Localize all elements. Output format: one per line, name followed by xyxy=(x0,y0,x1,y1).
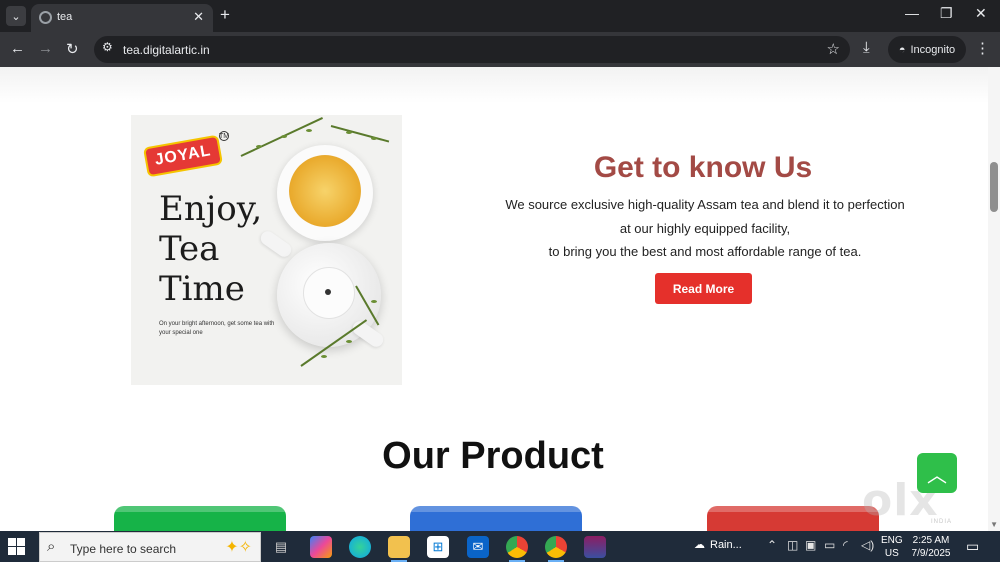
address-bar[interactable]: ⚙ tea.digitalartic.in ☆ xyxy=(94,36,850,63)
incognito-icon: ◓ xyxy=(898,43,906,56)
leaf xyxy=(321,355,327,358)
tray-meet-icon[interactable]: ▣ xyxy=(805,538,816,552)
hero-headline-line: Tea xyxy=(159,229,220,269)
web-page: JOYAL TM Enjoy, Tea Time On your bright … xyxy=(0,67,1000,531)
scrollbar[interactable]: ▼ xyxy=(988,67,1000,531)
wifi-icon[interactable]: ◜ xyxy=(843,538,848,552)
hero-headline-line: Time xyxy=(159,269,245,309)
tab-search-icon[interactable]: ⌄ xyxy=(6,6,26,26)
minimize-icon[interactable]: — xyxy=(905,5,919,21)
plus-icon[interactable]: + xyxy=(220,5,230,25)
close-icon[interactable]: ✕ xyxy=(193,9,204,25)
hero-headline-line: Enjoy, xyxy=(159,189,263,229)
leaf xyxy=(256,145,262,148)
star-icon[interactable]: ☆ xyxy=(827,40,840,58)
weather-label: Rain... xyxy=(710,538,742,551)
winrar-icon[interactable] xyxy=(584,536,606,558)
clock-date: 7/9/2025 xyxy=(911,548,951,559)
leaf xyxy=(371,300,377,303)
clock-time: 2:25 AM xyxy=(912,535,950,546)
leaf xyxy=(371,137,377,140)
about-title: Get to know Us xyxy=(593,151,813,184)
weather-widget[interactable]: ☁ Rain... xyxy=(694,538,742,552)
download-icon[interactable]: ⤓ xyxy=(863,39,870,56)
tab-title: tea xyxy=(57,11,73,23)
trademark-mark: TM xyxy=(218,131,230,141)
edge-icon[interactable] xyxy=(349,536,371,558)
store-icon[interactable]: ⊞ xyxy=(427,536,449,558)
leaf xyxy=(346,131,352,134)
back-icon[interactable]: ← xyxy=(10,40,25,57)
product-card-green[interactable] xyxy=(114,506,286,531)
about-text-line: to bring you the best and most affordabl… xyxy=(548,244,862,259)
scrollbar-thumb[interactable] xyxy=(990,162,998,212)
about-text: We source exclusive high-quality Assam t… xyxy=(480,193,930,264)
url-text[interactable]: tea.digitalartic.in xyxy=(123,43,210,57)
taskbar-clock[interactable]: 2:25 AM 7/9/2025 xyxy=(906,534,956,560)
chrome-icon[interactable] xyxy=(506,536,528,562)
copilot-icon[interactable] xyxy=(310,536,332,558)
tea-liquid xyxy=(289,155,361,227)
browser-tabstrip: ⌄ tea ✕ + — ❐ ✕ xyxy=(0,0,1000,32)
product-shine xyxy=(114,506,286,512)
scroll-down-arrow-icon[interactable]: ▼ xyxy=(990,520,998,529)
rain-cloud-icon: ☁ xyxy=(694,539,705,551)
language-indicator[interactable]: ENG US xyxy=(881,534,903,560)
leaf xyxy=(281,135,287,138)
tray-chevron-icon[interactable]: ⌃ xyxy=(767,538,777,552)
menu-icon[interactable]: ⋮ xyxy=(975,39,990,57)
browser-tab[interactable]: tea ✕ xyxy=(31,4,213,32)
read-more-button[interactable]: Read More xyxy=(655,273,752,304)
globe-icon xyxy=(39,11,52,24)
sparkle-icon: ✦✧ xyxy=(225,539,252,556)
hero-headline: Enjoy, Tea Time xyxy=(159,189,262,309)
incognito-badge[interactable]: ◓ Incognito xyxy=(888,36,966,63)
teapot-knob xyxy=(325,289,331,295)
about-text-line: at our highly equipped facility, xyxy=(619,220,791,236)
tray-app-icon[interactable]: ◫ xyxy=(787,538,798,552)
product-card-red[interactable] xyxy=(707,506,879,531)
window-close-icon[interactable]: ✕ xyxy=(975,5,987,22)
windows-taskbar: ⌕ Type here to search ✦✧ ▤ ⊞ ✉ ☁ Rain...… xyxy=(0,531,1000,562)
task-view-icon[interactable]: ▤ xyxy=(270,536,292,558)
joyal-logo: JOYAL xyxy=(142,134,224,178)
leaf xyxy=(306,129,312,132)
olx-watermark-sub: INDIA xyxy=(931,519,953,525)
language-code: ENG xyxy=(881,535,903,546)
leaf xyxy=(346,340,352,343)
scroll-to-top-button[interactable]: ︿ xyxy=(917,453,957,493)
herb-sprig xyxy=(330,125,390,143)
search-placeholder: Type here to search xyxy=(70,542,177,556)
notification-icon[interactable]: ▭ xyxy=(966,538,979,555)
browser-toolbar: ← → ↻ ⚙ tea.digitalartic.in ☆ ⤓ ◓ Incogn… xyxy=(0,32,1000,67)
restore-icon[interactable]: ❐ xyxy=(940,5,953,22)
product-shine xyxy=(410,506,582,512)
file-explorer-icon[interactable] xyxy=(388,536,410,562)
incognito-label: Incognito xyxy=(910,43,956,56)
volume-icon[interactable]: ◁) xyxy=(861,538,874,552)
about-text-line: We source exclusive high-quality Assam t… xyxy=(505,197,905,212)
teapot-spout xyxy=(258,228,294,260)
product-shine xyxy=(707,506,879,512)
taskbar-search-box[interactable]: ⌕ Type here to search ✦✧ xyxy=(39,532,261,562)
hero-image: JOYAL TM Enjoy, Tea Time On your bright … xyxy=(131,115,402,385)
reload-icon[interactable]: ↻ xyxy=(66,40,79,58)
windows-start-icon[interactable] xyxy=(8,538,25,555)
battery-icon[interactable]: ▭ xyxy=(824,538,835,552)
header-shadow xyxy=(0,67,1000,103)
products-title: Our Product xyxy=(382,435,604,477)
site-info-icon[interactable]: ⚙ xyxy=(102,40,113,54)
search-icon: ⌕ xyxy=(47,538,56,555)
forward-icon[interactable]: → xyxy=(38,40,53,57)
hero-caption: On your bright afternoon, get some tea w… xyxy=(159,321,275,336)
region-code: US xyxy=(884,548,899,559)
chevron-up-icon: ︿ xyxy=(927,464,947,487)
outlook-icon[interactable]: ✉ xyxy=(467,536,489,558)
product-card-blue[interactable] xyxy=(410,506,582,531)
chrome-incognito-icon[interactable] xyxy=(545,536,567,562)
